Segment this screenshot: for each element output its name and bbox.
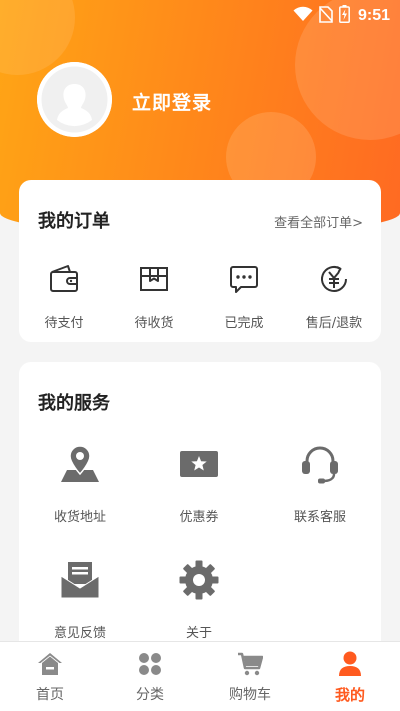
mail-letter-icon xyxy=(30,558,130,602)
services-card: 我的服务 收货地址 优惠券 联系客服 意见反馈 关于 xyxy=(19,362,381,662)
order-status-after-sales[interactable]: 售后/退款 xyxy=(294,262,374,331)
coupon-icon xyxy=(149,442,249,486)
gear-icon xyxy=(149,558,249,602)
tab-label: 我的 xyxy=(334,686,365,704)
service-feedback[interactable]: 意见反馈 xyxy=(30,558,130,641)
service-label: 收货地址 xyxy=(53,510,106,525)
chat-dots-icon xyxy=(204,262,284,296)
location-map-icon xyxy=(30,442,130,486)
wifi-icon xyxy=(293,6,313,26)
service-about[interactable]: 关于 xyxy=(149,558,249,641)
service-label: 意见反馈 xyxy=(53,626,106,641)
view-all-orders-link[interactable]: 查看全部订单> xyxy=(274,212,363,231)
package-icon xyxy=(114,262,194,296)
bottom-tab-bar: 首页 分类 购物车 我的 xyxy=(0,641,400,711)
order-status-label: 待收货 xyxy=(134,316,174,331)
orders-title: 我的订单 xyxy=(38,211,110,232)
user-icon xyxy=(300,650,400,678)
order-status-to-receive[interactable]: 待收货 xyxy=(114,262,194,331)
cart-icon xyxy=(200,650,300,678)
avatar[interactable] xyxy=(37,62,112,137)
tab-category[interactable]: 分类 xyxy=(100,650,200,704)
service-label: 优惠券 xyxy=(179,510,219,525)
default-avatar-icon xyxy=(37,62,112,137)
tab-label: 购物车 xyxy=(229,687,271,703)
orders-card: 我的订单 查看全部订单> 待支付 待收货 已完成 售后/退款 xyxy=(19,180,381,342)
wallet-icon xyxy=(24,262,104,296)
service-label: 关于 xyxy=(185,626,212,641)
headset-icon xyxy=(270,442,370,486)
order-status-label: 售后/退款 xyxy=(305,316,363,331)
tab-label: 分类 xyxy=(136,687,164,703)
home-icon xyxy=(0,650,100,678)
battery-charging-icon xyxy=(339,5,350,27)
order-status-completed[interactable]: 已完成 xyxy=(204,262,284,331)
grid-icon xyxy=(100,650,200,678)
order-status-label: 待支付 xyxy=(44,316,84,331)
service-label: 联系客服 xyxy=(293,510,346,525)
service-coupons[interactable]: 优惠券 xyxy=(149,442,249,525)
status-bar: 9:51 xyxy=(293,4,390,28)
order-status-pending-payment[interactable]: 待支付 xyxy=(24,262,104,331)
tab-mine[interactable]: 我的 xyxy=(300,650,400,705)
tab-label: 首页 xyxy=(36,687,64,703)
tab-cart[interactable]: 购物车 xyxy=(200,650,300,704)
status-time: 9:51 xyxy=(357,7,390,24)
yuan-refund-icon xyxy=(294,262,374,296)
tab-home[interactable]: 首页 xyxy=(0,650,100,704)
service-address[interactable]: 收货地址 xyxy=(30,442,130,525)
order-status-label: 已完成 xyxy=(224,316,264,331)
no-sim-icon xyxy=(319,5,333,27)
login-link[interactable]: 立即登录 xyxy=(132,88,212,115)
services-title: 我的服务 xyxy=(38,393,110,414)
service-customer-support[interactable]: 联系客服 xyxy=(270,442,370,525)
